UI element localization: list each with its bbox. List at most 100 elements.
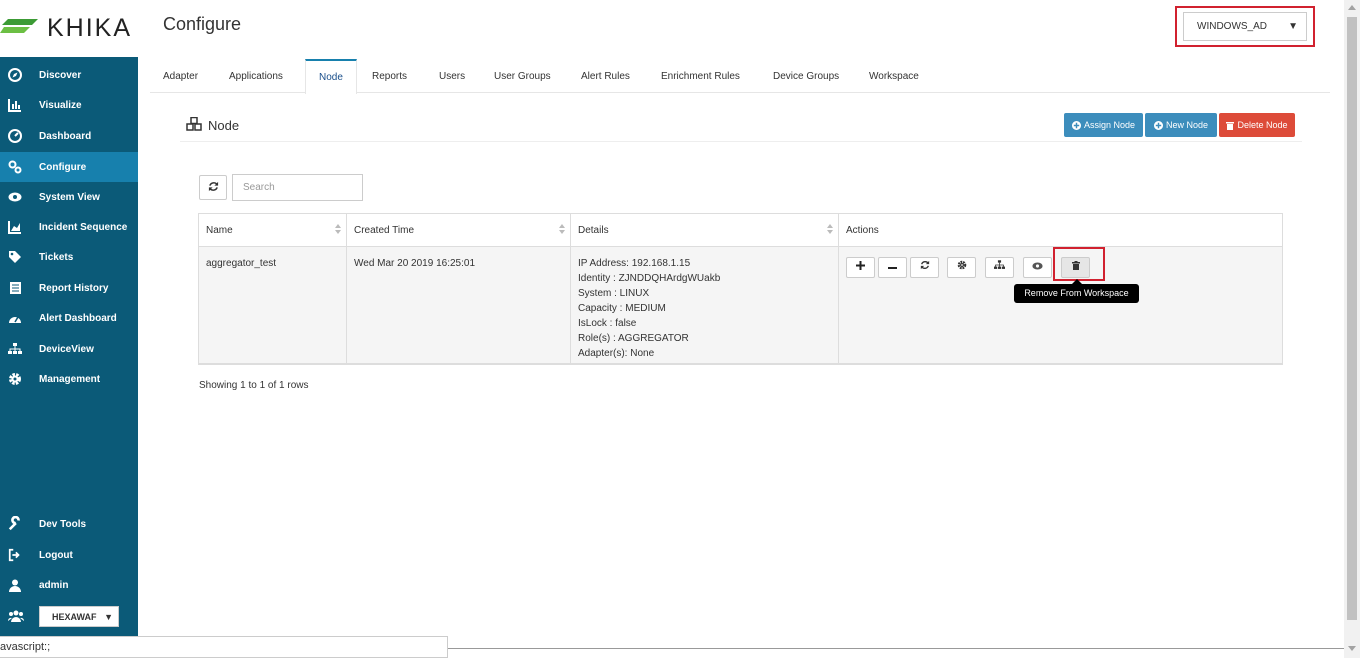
- sidebar-item-tickets[interactable]: Tickets: [0, 242, 138, 272]
- cog-icon: [957, 260, 967, 275]
- detail-system: System : LINUX: [578, 288, 650, 299]
- sidebar-item-label: admin: [39, 579, 69, 591]
- new-node-label: New Node: [1165, 120, 1209, 130]
- sidebar-item-label: Dashboard: [39, 130, 92, 142]
- cell-name: aggregator_test: [199, 247, 347, 364]
- minus-icon: [888, 260, 897, 275]
- sidebar-item-discover[interactable]: Discover: [0, 60, 138, 90]
- sidebar-item-management[interactable]: Management: [0, 364, 138, 394]
- new-node-button[interactable]: New Node: [1145, 113, 1217, 137]
- sidebar-item-logout[interactable]: Logout: [0, 540, 138, 570]
- workspace-select[interactable]: WINDOWS_AD ▼: [1183, 12, 1307, 41]
- dashboard-icon: [8, 129, 22, 143]
- sitemap-icon: [994, 260, 1005, 275]
- sidebar-item-label: System View: [39, 191, 100, 203]
- sidebar-item-label: Logout: [39, 549, 73, 561]
- detail-ip: IP Address: 192.168.1.15: [578, 258, 691, 269]
- refresh-icon: [920, 260, 930, 275]
- node-table: Name Created Time Details Actions aggreg…: [198, 213, 1283, 365]
- plus-circle-icon: [1153, 120, 1163, 130]
- hierarchy-button[interactable]: [985, 257, 1014, 278]
- tab-applications[interactable]: Applications: [216, 59, 296, 93]
- cell-details: IP Address: 192.168.1.15 Identity : ZJND…: [571, 247, 839, 364]
- tab-workspace[interactable]: Workspace: [856, 59, 932, 93]
- sidebar-item-visualize[interactable]: Visualize: [0, 90, 138, 120]
- panel-title: Node: [186, 116, 240, 134]
- scroll-up-icon[interactable]: [1348, 5, 1356, 10]
- pagination-info: Showing 1 to 1 of 1 rows: [199, 380, 309, 391]
- sidebar-item-label: Visualize: [39, 99, 82, 111]
- plus-circle-icon: [1071, 120, 1081, 130]
- add-button[interactable]: [846, 257, 875, 278]
- highlight-box: [1053, 247, 1105, 281]
- settings-button[interactable]: [947, 257, 976, 278]
- tab-reports[interactable]: Reports: [359, 59, 420, 93]
- detail-islock: IsLock : false: [578, 318, 637, 329]
- sidebar-item-label: Alert Dashboard: [39, 312, 117, 324]
- sidebar-item-report-history[interactable]: Report History: [0, 273, 138, 303]
- sidebar-item-admin[interactable]: admin: [0, 570, 138, 600]
- sidebar-item-configure[interactable]: Configure: [0, 152, 138, 182]
- gears-icon: [8, 160, 22, 174]
- tag-icon: [8, 250, 22, 264]
- panel-title-text: Node: [208, 118, 240, 133]
- column-header-name[interactable]: Name: [199, 214, 347, 247]
- sidebar-item-dev-tools[interactable]: Dev Tools: [0, 509, 138, 539]
- tab-user-groups[interactable]: User Groups: [481, 59, 564, 93]
- cog-icon: [8, 372, 22, 386]
- tab-device-groups[interactable]: Device Groups: [760, 59, 852, 93]
- tooltip: Remove From Workspace: [1014, 279, 1139, 303]
- bar-chart-icon: [8, 98, 22, 112]
- assign-node-button[interactable]: Assign Node: [1064, 113, 1143, 137]
- sidebar-item-label: Dev Tools: [39, 518, 87, 530]
- sidebar-item-incident-sequence[interactable]: Incident Sequence: [0, 212, 138, 242]
- column-header-created-time[interactable]: Created Time: [347, 214, 571, 247]
- divider: [180, 141, 1302, 142]
- eye-icon: [8, 190, 22, 204]
- column-header-actions: Actions: [839, 214, 1282, 247]
- user-icon: [8, 578, 22, 592]
- search-input[interactable]: [232, 174, 363, 201]
- sidebar-item-label: Incident Sequence: [39, 221, 128, 233]
- sync-button[interactable]: [910, 257, 939, 278]
- status-bar: avascript:;: [0, 636, 448, 658]
- tachometer-icon: [8, 311, 22, 325]
- users-icon: [7, 609, 25, 626]
- sidebar-item-label: Configure: [39, 161, 87, 173]
- cubes-icon: [186, 116, 202, 134]
- sidebar-item-dashboard[interactable]: Dashboard: [0, 121, 138, 151]
- divider: [448, 648, 1344, 649]
- sidebar-item-label: DeviceView: [39, 343, 94, 355]
- delete-node-button[interactable]: Delete Node: [1219, 113, 1295, 137]
- tab-enrichment-rules[interactable]: Enrichment Rules: [648, 59, 753, 93]
- cell-actions: Remove From Workspace: [839, 247, 1282, 364]
- scroll-down-icon[interactable]: [1348, 646, 1356, 651]
- wrench-icon: [8, 516, 22, 531]
- sidebar-item-alert-dashboard[interactable]: Alert Dashboard: [0, 303, 138, 333]
- column-header-label: Details: [578, 224, 609, 236]
- refresh-button[interactable]: [199, 175, 227, 200]
- remove-button[interactable]: [878, 257, 907, 278]
- tab-node[interactable]: Node: [305, 59, 357, 94]
- column-header-label: Actions: [846, 224, 879, 236]
- refresh-icon: [208, 181, 219, 195]
- tab-users[interactable]: Users: [426, 59, 478, 93]
- delete-node-label: Delete Node: [1237, 120, 1288, 130]
- detail-roles: Role(s) : AGGREGATOR: [578, 333, 689, 344]
- sidebar-item-system-view[interactable]: System View: [0, 182, 138, 212]
- user-workspace-select[interactable]: HEXAWAF ▼: [39, 606, 119, 627]
- tab-adapter[interactable]: Adapter: [150, 59, 211, 93]
- view-button[interactable]: [1023, 257, 1052, 278]
- sort-icon: [559, 224, 565, 237]
- sidebar-item-label: Management: [39, 373, 101, 385]
- user-workspace-value: HEXAWAF: [52, 611, 97, 622]
- sidebar-item-label: Tickets: [39, 251, 74, 263]
- sidebar-item-label: Discover: [39, 69, 82, 81]
- sidebar-item-deviceview[interactable]: DeviceView: [0, 334, 138, 364]
- scrollbar-thumb[interactable]: [1347, 17, 1357, 620]
- logo[interactable]: KHIKA: [0, 0, 138, 57]
- tab-alert-rules[interactable]: Alert Rules: [568, 59, 643, 93]
- vertical-scrollbar[interactable]: [1344, 0, 1360, 658]
- column-header-details[interactable]: Details: [571, 214, 839, 247]
- column-header-label: Created Time: [354, 224, 415, 236]
